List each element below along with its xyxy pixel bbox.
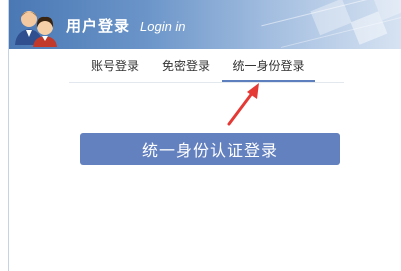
users-icon bbox=[15, 11, 57, 47]
annotation-arrow bbox=[227, 83, 259, 126]
login-tabs: 账号登录 免密登录 统一身份登录 bbox=[69, 56, 344, 83]
unified-auth-login-button[interactable]: 统一身份认证登录 bbox=[80, 133, 340, 165]
login-title: 用户登录 bbox=[66, 17, 131, 35]
login-panel: 用户登录 Login in 账号登录 免密登录 统一身份登录 统一身份认证登录 bbox=[8, 0, 401, 271]
tab-account-login[interactable]: 账号登录 bbox=[86, 56, 144, 80]
login-subtitle: Login in bbox=[140, 19, 186, 34]
login-header: 用户登录 Login in bbox=[9, 0, 401, 49]
tab-passwordless-login[interactable]: 免密登录 bbox=[157, 56, 215, 80]
tab-unified-identity-login[interactable]: 统一身份登录 bbox=[222, 56, 315, 82]
